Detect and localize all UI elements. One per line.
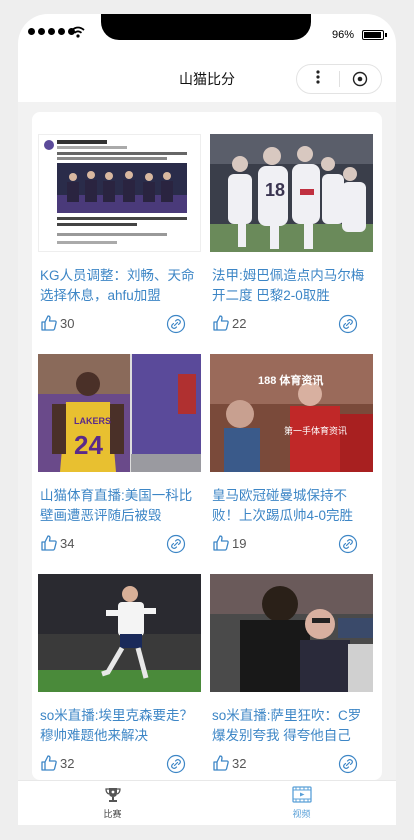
video-thumbnail-tottenham[interactable] <box>38 574 201 692</box>
thumbs-up-icon <box>41 315 57 331</box>
like-count: 32 <box>60 755 75 771</box>
page-title: 山猫比分 <box>179 71 235 87</box>
bottom-tab-bar: 比赛 视频 <box>18 780 396 825</box>
like-count: 30 <box>60 315 75 331</box>
esports-screenshot-image <box>44 140 187 244</box>
link-icon <box>166 754 186 774</box>
share-link-button[interactable] <box>338 314 358 339</box>
video-title[interactable]: so米直播:萨里狂吹：C罗爆发别夸我 得夸他自己 <box>212 706 372 746</box>
svg-text:LAKERS: LAKERS <box>74 416 111 426</box>
battery-percentage: 96% <box>331 29 354 41</box>
psg-celebration-image: 18 <box>210 134 373 252</box>
navigation-bar: 山猫比分 <box>18 56 396 102</box>
share-link-button[interactable] <box>338 754 358 779</box>
video-feed: KG人员调整：刘畅、天命选择休息，ahfu加盟 30 18 法甲:姆巴佩造点内马… <box>32 112 382 780</box>
video-title[interactable]: KG人员调整：刘畅、天命选择休息，ahfu加盟 <box>40 266 200 306</box>
video-card[interactable]: so米直播:萨里狂吹：C罗爆发别夸我 得夸他自己 32 <box>210 574 373 780</box>
thumbs-up-icon <box>213 315 229 331</box>
video-thumbnail-sarri[interactable] <box>210 574 373 692</box>
thumbs-up-icon <box>41 755 57 771</box>
video-card[interactable]: 188 体育资讯 第一手体育资讯 皇马欧冠碰曼城保持不败！上次踢瓜帅4-0完胜 … <box>210 354 373 564</box>
video-title[interactable]: 法甲:姆巴佩造点内马尔梅开二度 巴黎2-0取胜 <box>212 266 372 306</box>
link-icon <box>166 314 186 334</box>
share-link-button[interactable] <box>166 314 186 339</box>
video-card[interactable]: LAKERS 24 山猫体育直播:美国一科比壁画遭恶评随后被毁 34 <box>38 354 201 564</box>
share-link-button[interactable] <box>166 534 186 559</box>
video-card[interactable]: KG人员调整：刘畅、天命选择休息，ahfu加盟 30 <box>38 134 201 344</box>
video-thumbnail-esports[interactable] <box>38 134 201 252</box>
thumbs-up-icon <box>41 535 57 551</box>
sarri-hug-image <box>210 574 373 692</box>
svg-text:24: 24 <box>74 430 103 460</box>
tab-label: 视频 <box>292 809 311 819</box>
close-circle-icon <box>353 71 368 87</box>
video-thumbnail-psg[interactable]: 18 <box>210 134 373 252</box>
link-icon <box>338 534 358 554</box>
like-button[interactable]: 22 <box>212 314 246 332</box>
wifi-icon <box>71 26 85 38</box>
like-button[interactable]: 32 <box>212 754 246 772</box>
like-count: 19 <box>232 535 247 551</box>
share-link-button[interactable] <box>166 754 186 779</box>
signal-icon <box>28 28 75 35</box>
video-card[interactable]: 18 法甲:姆巴佩造点内马尔梅开二度 巴黎2-0取胜 22 <box>210 134 373 344</box>
like-count: 22 <box>232 315 247 331</box>
thumbs-up-icon <box>213 755 229 771</box>
watermark: 188 体育资讯 <box>258 375 324 387</box>
video-card[interactable]: so米直播:埃里克森要走？穆帅难题他来解决 32 <box>38 574 201 780</box>
like-count: 32 <box>232 755 247 771</box>
tab-matches[interactable]: 比赛 <box>18 781 207 825</box>
video-title[interactable]: so米直播:埃里克森要走？穆帅难题他来解决 <box>40 706 200 746</box>
notch <box>101 14 311 40</box>
svg-text:18: 18 <box>265 180 285 200</box>
kobe-mural-image: LAKERS 24 <box>38 354 201 472</box>
tottenham-player-image <box>38 574 201 692</box>
more-menu-button[interactable] <box>297 70 339 88</box>
trophy-icon <box>104 788 121 802</box>
link-icon <box>338 754 358 774</box>
video-thumbnail-football[interactable]: 188 体育资讯 第一手体育资讯 <box>210 354 373 472</box>
tab-label: 比赛 <box>103 809 122 819</box>
mini-program-capsule <box>296 64 382 94</box>
share-link-button[interactable] <box>338 534 358 559</box>
video-title[interactable]: 山猫体育直播:美国一科比壁画遭恶评随后被毁 <box>40 486 200 526</box>
status-bar: 96% <box>18 14 396 56</box>
tab-videos[interactable]: 视频 <box>207 781 396 825</box>
phone-frame: 96% 山猫比分 KG人员调整：刘畅、天命选择休息，ahfu加盟 30 18 法… <box>18 14 396 825</box>
video-thumbnail-kobe-mural[interactable]: LAKERS 24 <box>38 354 201 472</box>
video-icon <box>291 786 312 803</box>
close-mini-program-button[interactable] <box>339 71 381 87</box>
link-icon <box>338 314 358 334</box>
sub-watermark: 第一手体育资讯 <box>284 426 348 436</box>
thumbs-up-icon <box>213 535 229 551</box>
battery-icon <box>362 30 387 40</box>
link-icon <box>166 534 186 554</box>
like-button[interactable]: 19 <box>212 534 246 552</box>
like-count: 34 <box>60 535 75 551</box>
like-button[interactable]: 34 <box>40 534 74 552</box>
video-title[interactable]: 皇马欧冠碰曼城保持不败！上次踢瓜帅4-0完胜 <box>212 486 372 526</box>
like-button[interactable]: 30 <box>40 314 74 332</box>
more-dots-icon <box>316 70 320 84</box>
like-button[interactable]: 32 <box>40 754 74 772</box>
